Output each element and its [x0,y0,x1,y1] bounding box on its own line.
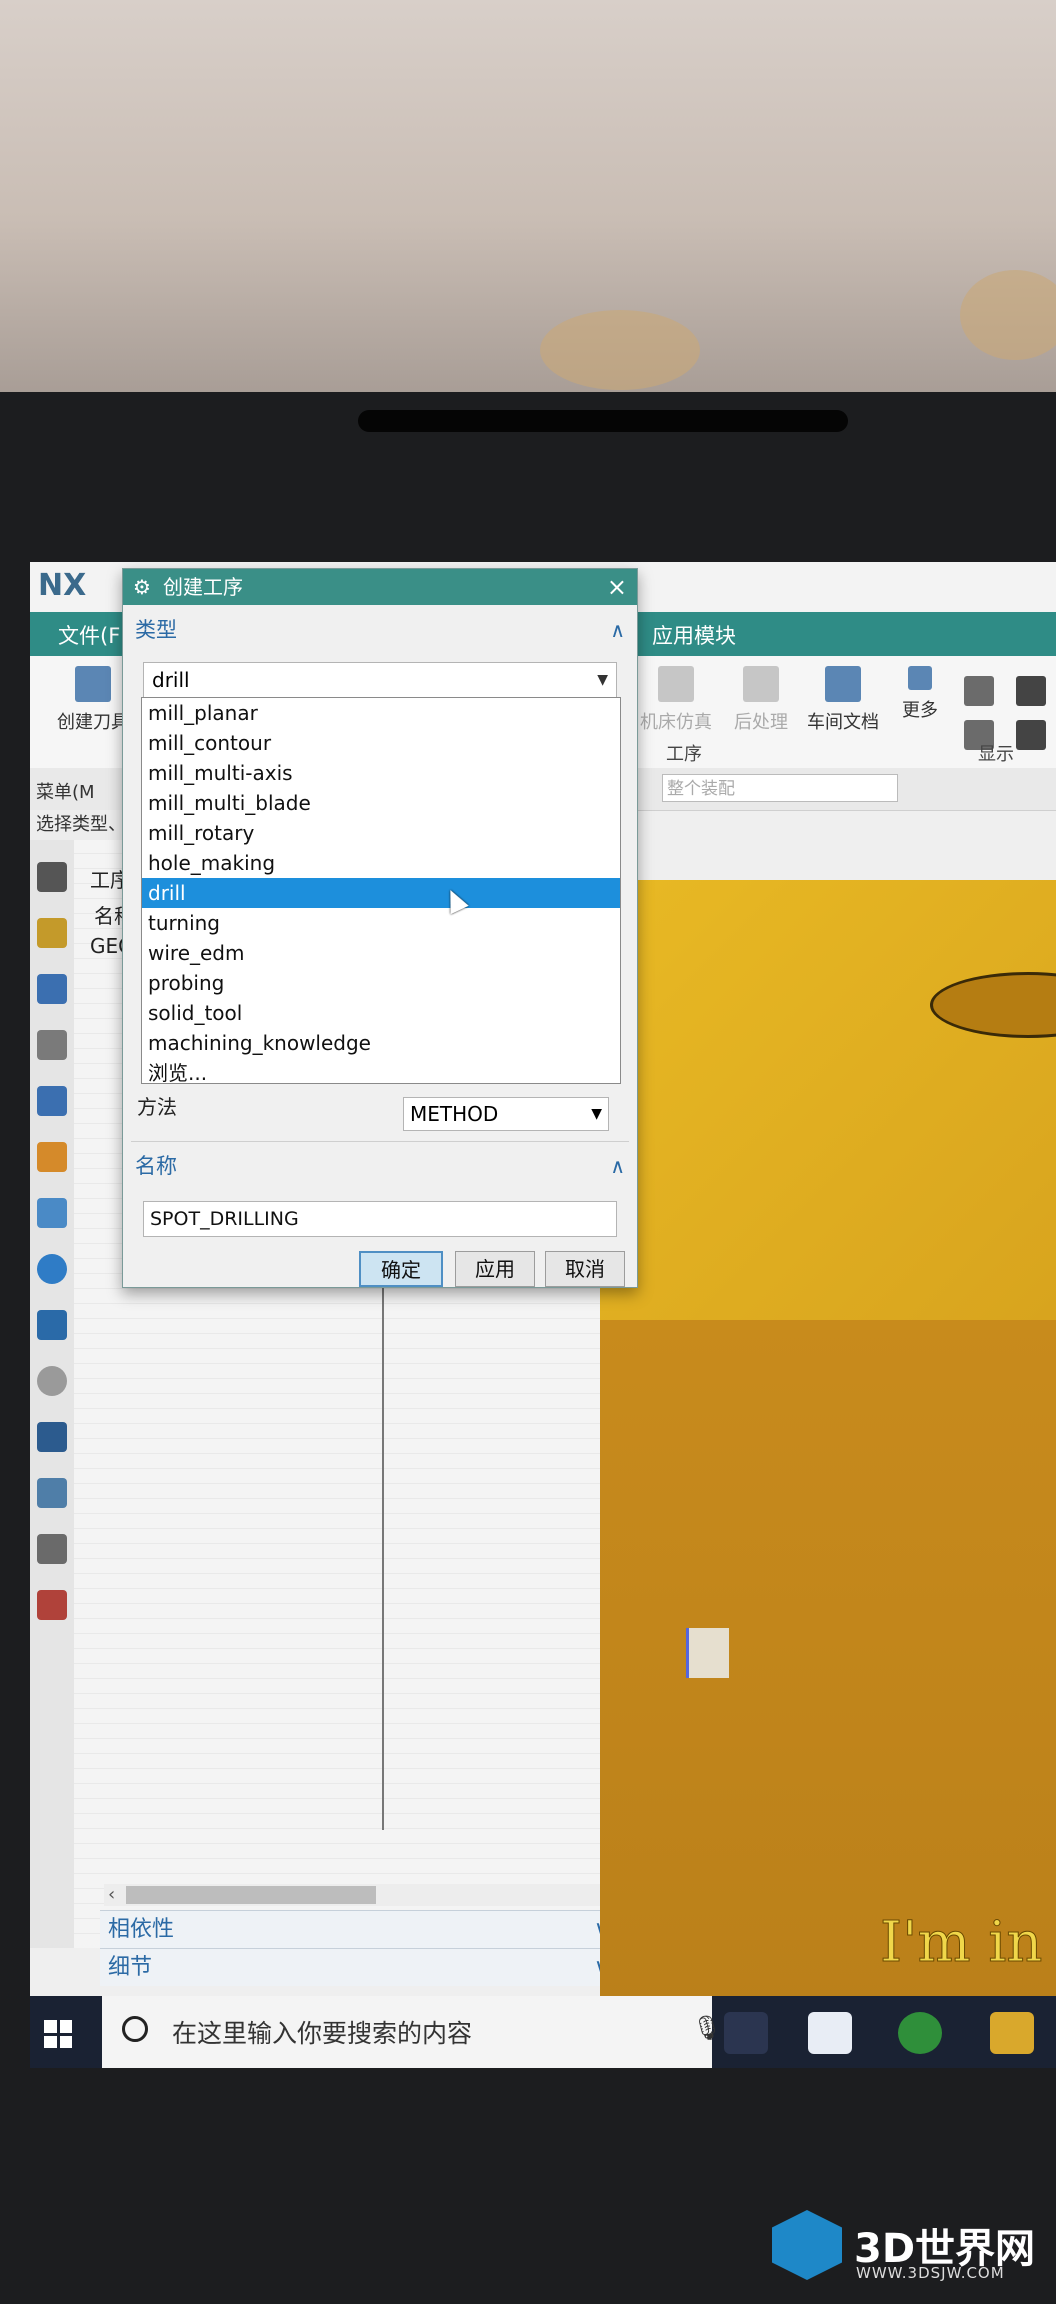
type-select[interactable]: drill ▼ [143,662,617,698]
collapse-icon[interactable]: ∧ [610,613,625,647]
bezel-slot [358,410,848,432]
scroll-left-icon[interactable]: ‹ [108,1884,115,1905]
history-icon[interactable] [37,1366,67,1396]
type-dropdown-list: mill_planar mill_contour mill_multi-axis… [141,697,621,1085]
type-option[interactable]: probing [142,968,620,998]
wall-decoration [960,270,1056,360]
roles-icon[interactable] [37,1422,67,1452]
report-icon[interactable] [37,1590,67,1620]
display-tool-icon[interactable] [1016,720,1046,750]
system-icon[interactable] [37,1534,67,1564]
horizontal-scrollbar[interactable]: ‹ › [104,1884,614,1906]
type-option-browse[interactable]: 浏览... [142,1058,620,1088]
tab-file[interactable]: 文件(F [58,620,120,650]
file-explorer-icon[interactable] [990,2012,1034,2054]
display-tool-icon[interactable] [964,676,994,706]
panel-dependencies[interactable]: 相依性 ∨ [100,1910,624,1948]
watermark-url: WWW.3DSJW.COM [856,2264,1005,2282]
more-button[interactable]: 更多 [892,666,948,722]
microphone-icon[interactable]: 🎙 [692,2014,722,2042]
collapse-icon[interactable]: ∧ [610,1149,625,1183]
type-option[interactable]: machining_knowledge [142,1028,620,1058]
type-option[interactable]: hole_making [142,848,620,878]
ok-button[interactable]: 确定 [359,1251,443,1287]
method-icon[interactable] [37,1142,67,1172]
apply-button[interactable]: 应用 [455,1251,535,1287]
ribbon-group-operation: 工序 [666,744,702,765]
operation-name-input[interactable]: SPOT_DRILLING [143,1201,617,1237]
filter-combo[interactable]: 整个装配 [662,774,898,802]
section-type[interactable]: 类型 ∧ [135,613,625,647]
dialog-title: 创建工序 [163,575,243,599]
panel-details[interactable]: 细节 ∨ [100,1948,624,1986]
palette-icon[interactable] [37,1478,67,1508]
ribbon-group-display: 显示 [978,744,1014,765]
watermark-logo [772,2210,842,2280]
watermark: 3D世界网 WWW.3DSJW.COM [772,2210,1052,2290]
graphics-viewport[interactable]: I'm in [600,880,1056,2068]
method-select[interactable]: METHOD ▼ [403,1097,609,1131]
postprocess-icon [743,666,779,702]
tool-icon[interactable] [37,1086,67,1116]
postprocess-button[interactable]: 后处理 [726,666,796,734]
resource-bar [30,840,75,1948]
type-option[interactable]: mill_rotary [142,818,620,848]
dialog-titlebar: ⚙ 创建工序 × [123,569,637,605]
nx-logo: NX [38,568,87,603]
info-icon[interactable] [37,1254,67,1284]
search-placeholder: 在这里输入你要搜索的内容 [172,2019,473,2048]
close-icon[interactable]: × [607,569,627,605]
shop-doc-icon [825,666,861,702]
part-top-face [600,880,1056,1320]
type-option-selected[interactable]: drill [142,878,620,908]
taskbar-search[interactable]: 在这里输入你要搜索的内容 🎙 [102,1996,722,2068]
viewport-overlay-text: I'm in [879,1910,1043,1976]
web-icon[interactable] [37,1310,67,1340]
type-option[interactable]: solid_tool [142,998,620,1028]
library-icon[interactable] [37,1198,67,1228]
type-option[interactable]: mill_multi_blade [142,788,620,818]
menu-button[interactable]: 菜单(M [36,778,95,804]
dropdown-arrow-icon: ▼ [597,672,608,688]
machine-icon[interactable] [37,974,67,1004]
section-name[interactable]: 名称 ∧ [135,1149,625,1183]
type-option[interactable]: wire_edm [142,938,620,968]
method-label: 方法 [137,1095,177,1119]
create-operation-dialog: ⚙ 创建工序 × 类型 ∧ drill ▼ mill_planar mill_c… [122,568,638,1288]
shop-doc-button[interactable]: 车间文档 [800,666,886,734]
cancel-button[interactable]: 取消 [545,1251,625,1287]
type-option[interactable]: turning [142,908,620,938]
background-wall [0,0,1056,400]
settings-icon[interactable]: ⚙ [133,569,151,605]
windows-start-icon[interactable] [44,2020,72,2048]
type-option[interactable]: mill_multi-axis [142,758,620,788]
more-icon [908,666,932,690]
cortana-icon[interactable] [122,2016,148,2042]
dropdown-arrow-icon: ▼ [591,1106,602,1122]
wall-decoration [540,310,700,390]
task-view-icon[interactable] [724,2012,768,2054]
wcs-triad [686,1628,729,1678]
create-tool-icon [75,666,111,702]
windows-taskbar: 在这里输入你要搜索的内容 🎙 [30,1996,1056,2068]
navigator-icon[interactable] [37,918,67,948]
nx-screen: NX 文件(F 应用模块 创建刀具 机床仿真 后处理 车间文档 更多 工序 显示… [30,562,1056,2068]
tab-application[interactable]: 应用模块 [652,620,736,650]
display-tool-icon[interactable] [1016,676,1046,706]
type-option[interactable]: mill_planar [142,698,620,728]
divider [131,1141,629,1142]
type-option[interactable]: mill_contour [142,728,620,758]
scroll-thumb[interactable] [126,1886,376,1904]
settings-icon[interactable] [37,862,67,892]
machine-simulation-button[interactable]: 机床仿真 [636,666,716,734]
app-feishu-icon[interactable] [808,2012,852,2054]
geometry-icon[interactable] [37,1030,67,1060]
simulation-icon [658,666,694,702]
app-music-icon[interactable] [898,2012,942,2054]
